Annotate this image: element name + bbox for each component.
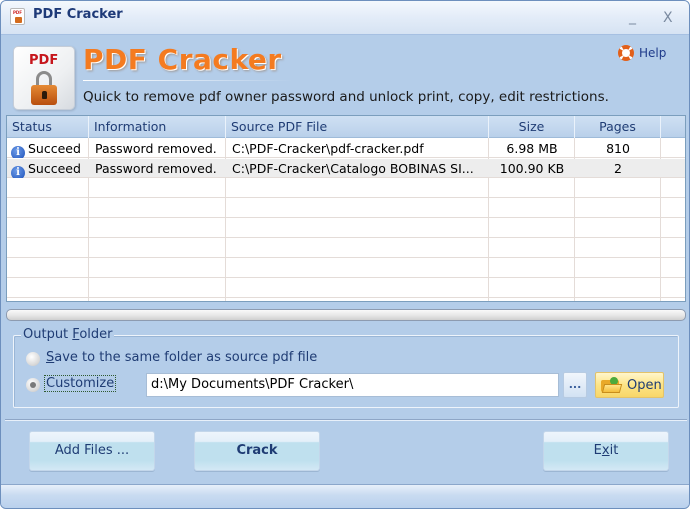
label-text: ave to the same folder as source pdf fil… — [54, 350, 318, 365]
minimize-button[interactable]: _ — [629, 9, 636, 25]
exit-button[interactable]: Exit — [543, 431, 669, 471]
app-icon-pdf-text: PDF — [13, 10, 22, 15]
progress-bar — [6, 309, 686, 321]
keyhole — [42, 91, 47, 99]
radio-same-folder-label[interactable]: Save to the same folder as source pdf fi… — [46, 350, 317, 365]
table-row[interactable]: i Succeed Password removed. C:\PDF-Cracke… — [7, 139, 685, 158]
cell-pages: 2 — [614, 161, 622, 176]
legend-text: Output — [23, 327, 73, 342]
app-subtitle: Quick to remove pdf owner password and u… — [83, 89, 609, 105]
empty-row — [7, 219, 685, 238]
crack-button[interactable]: Crack — [194, 431, 320, 471]
radio-customize[interactable] — [26, 378, 40, 392]
title-underline — [83, 80, 293, 81]
open-label: Open — [627, 377, 662, 393]
app-title: PDF Cracker — [83, 43, 282, 76]
grid-header: Status Information Source PDF File Size … — [7, 116, 685, 138]
cell-source-file: C:\PDF-Cracker\Catalogo BOBINAS SI... — [232, 161, 474, 176]
title-bar[interactable]: PDF PDF Cracker _ X — [1, 1, 689, 35]
file-list-grid[interactable]: Status Information Source PDF File Size … — [6, 115, 686, 302]
divider — [5, 419, 687, 421]
app-icon: PDF — [10, 8, 25, 25]
column-header-source-file[interactable]: Source PDF File — [226, 116, 489, 138]
close-button[interactable]: X — [663, 10, 673, 26]
column-header-status[interactable]: Status — [7, 116, 89, 138]
help-label: Help — [639, 46, 667, 60]
cell-information: Password removed. — [95, 141, 217, 156]
header-banner: PDF PDF Cracker Quick to remove pdf owne… — [1, 35, 689, 115]
table-row[interactable]: i Succeed Password removed. C:\PDF-Cracke… — [7, 159, 685, 178]
open-folder-button[interactable]: Open — [595, 372, 664, 398]
radio-customize-label[interactable]: Customize — [43, 375, 117, 392]
status-bar — [1, 484, 689, 508]
cell-source-file: C:\PDF-Cracker\pdf-cracker.pdf — [232, 141, 424, 156]
info-icon: i — [11, 166, 25, 178]
exit-label: E — [593, 443, 602, 458]
status-text: Succeed — [28, 161, 81, 176]
radio-same-folder[interactable] — [26, 352, 40, 366]
empty-row — [7, 279, 685, 298]
column-header-information[interactable]: Information — [89, 116, 226, 138]
cell-status: i Succeed — [11, 159, 89, 178]
cell-size: 6.98 MB — [506, 141, 558, 156]
column-header-pages[interactable]: Pages — [575, 116, 661, 138]
pdf-lock-logo-icon: PDF — [13, 46, 75, 110]
add-files-button[interactable]: Add Files ... — [29, 431, 155, 471]
app-window: PDF PDF Cracker _ X PDF PDF Cracker Quic… — [0, 0, 690, 509]
legend-text-rest: older — [79, 327, 113, 342]
folder-open-icon — [601, 377, 623, 393]
output-folder-legend: Output Folder — [21, 327, 115, 342]
status-text: Succeed — [28, 141, 81, 156]
browse-button[interactable]: ... — [563, 372, 587, 398]
help-link[interactable]: Help — [618, 45, 666, 61]
logo-text: PDF — [29, 53, 59, 68]
info-icon: i — [11, 146, 25, 158]
window-title: PDF Cracker — [33, 7, 123, 22]
lifebuoy-icon — [618, 45, 634, 61]
cell-information: Password removed. — [95, 161, 217, 176]
empty-row — [7, 239, 685, 258]
output-path-input[interactable]: d:\My Documents\PDF Cracker\ — [146, 373, 559, 397]
exit-label-rest: it — [609, 443, 619, 458]
exit-accel: x — [601, 443, 610, 458]
empty-row — [7, 199, 685, 218]
column-header-size[interactable]: Size — [489, 116, 575, 138]
cell-pages: 810 — [606, 141, 630, 156]
lock-icon — [15, 17, 22, 23]
empty-row — [7, 179, 685, 198]
column-header-filler — [661, 116, 685, 138]
cell-size: 100.90 KB — [499, 161, 565, 176]
cell-status: i Succeed — [11, 139, 89, 158]
empty-row — [7, 259, 685, 278]
